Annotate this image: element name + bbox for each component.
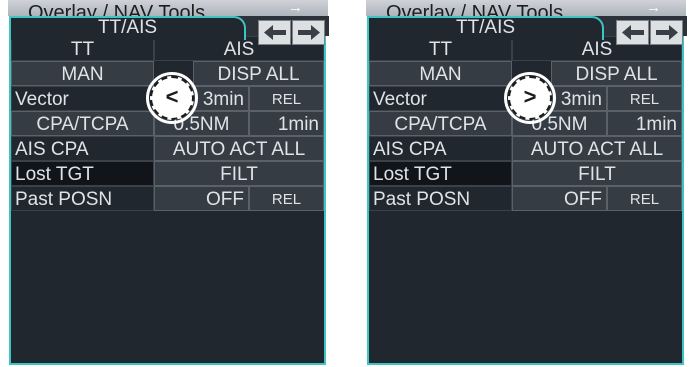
past-posn-mode-button[interactable]: REL: [607, 186, 682, 211]
vector-label: Vector: [11, 86, 154, 111]
arrow-left-icon: [622, 25, 644, 40]
tab-tt-ais[interactable]: TT/AIS: [367, 16, 604, 40]
prev-page-button[interactable]: [258, 20, 291, 45]
past-posn-label: Past POSN: [11, 186, 154, 211]
tab-label: TT/AIS: [97, 17, 158, 38]
man-button[interactable]: MAN: [11, 61, 154, 86]
ais-cpa-button[interactable]: AUTO ACT ALL: [154, 136, 324, 161]
disp-all-button[interactable]: DISP ALL: [551, 61, 682, 86]
vector-mode-button[interactable]: REL: [607, 86, 682, 111]
panel-header: Overlay / NAV Tools →: [8, 0, 328, 24]
tab-label: TT/AIS: [455, 17, 516, 38]
arrow-left-icon: [264, 25, 286, 40]
tcpa-value-button[interactable]: 1min: [607, 111, 682, 136]
callout-marker: <: [150, 76, 194, 120]
tab-tt-ais[interactable]: TT/AIS: [9, 16, 246, 40]
header-arrow-icon[interactable]: →: [646, 0, 661, 16]
overlay-nav-tools-panel-right: Overlay / NAV Tools → TT AIS MAN DISP AL…: [366, 0, 688, 367]
past-posn-label: Past POSN: [369, 186, 512, 211]
arrow-right-icon: [298, 25, 320, 40]
past-posn-mode-button[interactable]: REL: [249, 186, 324, 211]
tcpa-value-button[interactable]: 1min: [249, 111, 324, 136]
ais-cpa-label: AIS CPA: [369, 136, 512, 161]
disp-all-button[interactable]: DISP ALL: [193, 61, 324, 86]
next-page-button[interactable]: [292, 20, 325, 45]
cpa-tcpa-button[interactable]: CPA/TCPA: [369, 111, 512, 136]
cpa-tcpa-button[interactable]: CPA/TCPA: [11, 111, 154, 136]
lost-tgt-label: Lost TGT: [11, 161, 154, 186]
overlay-nav-tools-panel-left: Overlay / NAV Tools → TT AIS MAN DISP AL…: [8, 0, 330, 367]
panel-header: Overlay / NAV Tools →: [366, 0, 686, 24]
lost-tgt-button[interactable]: FILT: [154, 161, 324, 186]
ais-cpa-label: AIS CPA: [11, 136, 154, 161]
vector-mode-button[interactable]: REL: [249, 86, 324, 111]
ais-cpa-button[interactable]: AUTO ACT ALL: [512, 136, 682, 161]
callout-marker: >: [508, 76, 552, 120]
vector-label: Vector: [369, 86, 512, 111]
past-posn-button[interactable]: OFF: [512, 186, 607, 211]
prev-page-button[interactable]: [616, 20, 649, 45]
lost-tgt-button[interactable]: FILT: [512, 161, 682, 186]
past-posn-button[interactable]: OFF: [154, 186, 249, 211]
lost-tgt-label: Lost TGT: [369, 161, 512, 186]
man-button[interactable]: MAN: [369, 61, 512, 86]
arrow-right-icon: [656, 25, 678, 40]
header-arrow-icon[interactable]: →: [288, 0, 303, 16]
next-page-button[interactable]: [650, 20, 683, 45]
